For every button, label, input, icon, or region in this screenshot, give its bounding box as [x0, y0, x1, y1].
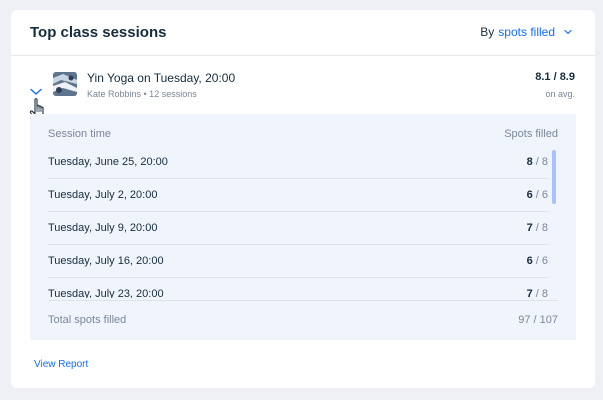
session-date: Tuesday, July 2, 20:00: [48, 189, 158, 201]
sort-dropdown[interactable]: By spots filled: [480, 25, 573, 39]
session-detail-panel: Session time Spots filled Tuesday, June …: [30, 114, 576, 340]
column-header-session-time: Session time: [48, 128, 111, 140]
list-item: Tuesday, July 16, 20:00 6 / 6: [48, 245, 548, 278]
session-title: Yin Yoga on Tuesday, 20:00: [87, 71, 236, 85]
column-header-spots-filled: Spots filled: [504, 128, 558, 140]
list-item: Tuesday, July 9, 20:00 7 / 8: [48, 212, 548, 245]
session-score: 8.1 / 8.9: [535, 71, 575, 83]
scrollbar[interactable]: [552, 150, 556, 294]
thumbnail-image: [53, 72, 77, 96]
chevron-down-icon[interactable]: [29, 87, 43, 97]
class-thumbnail: [53, 72, 77, 96]
list-item: Tuesday, July 23, 20:00 7 / 8: [48, 278, 548, 298]
session-score-label: on avg.: [545, 89, 575, 99]
sort-prefix: By: [480, 25, 495, 39]
total-row: Total spots filled 97 / 107: [48, 300, 558, 330]
spots-value: 6 / 6: [526, 189, 548, 201]
session-row[interactable]: Yin Yoga on Tuesday, 20:00 Kate Robbins …: [11, 67, 595, 120]
session-date: Tuesday, July 9, 20:00: [48, 222, 158, 234]
list-item: Tuesday, June 25, 20:00 8 / 8: [48, 146, 548, 179]
spots-value: 7 / 8: [526, 222, 548, 234]
total-value: 97 / 107: [518, 314, 558, 326]
session-date: Tuesday, June 25, 20:00: [48, 156, 168, 168]
session-date: Tuesday, July 16, 20:00: [48, 255, 164, 267]
list-item: Tuesday, July 2, 20:00 6 / 6: [48, 179, 548, 212]
view-report-link[interactable]: View Report: [34, 359, 88, 370]
chevron-down-icon: [564, 29, 572, 35]
sessions-list[interactable]: Tuesday, June 25, 20:00 8 / 8 Tuesday, J…: [48, 146, 548, 298]
session-date: Tuesday, July 23, 20:00: [48, 288, 164, 298]
top-class-sessions-card: Top class sessions By spots filled Yin Y…: [11, 10, 595, 388]
session-subtitle: Kate Robbins • 12 sessions: [87, 89, 197, 99]
total-label: Total spots filled: [48, 314, 127, 326]
spots-value: 6 / 6: [526, 255, 548, 267]
card-title: Top class sessions: [30, 24, 167, 41]
spots-value: 7 / 8: [526, 288, 548, 298]
spots-value: 8 / 8: [526, 156, 548, 168]
card-header: Top class sessions By spots filled: [11, 10, 595, 56]
scrollbar-thumb[interactable]: [552, 150, 556, 204]
sort-value: spots filled: [498, 25, 555, 39]
